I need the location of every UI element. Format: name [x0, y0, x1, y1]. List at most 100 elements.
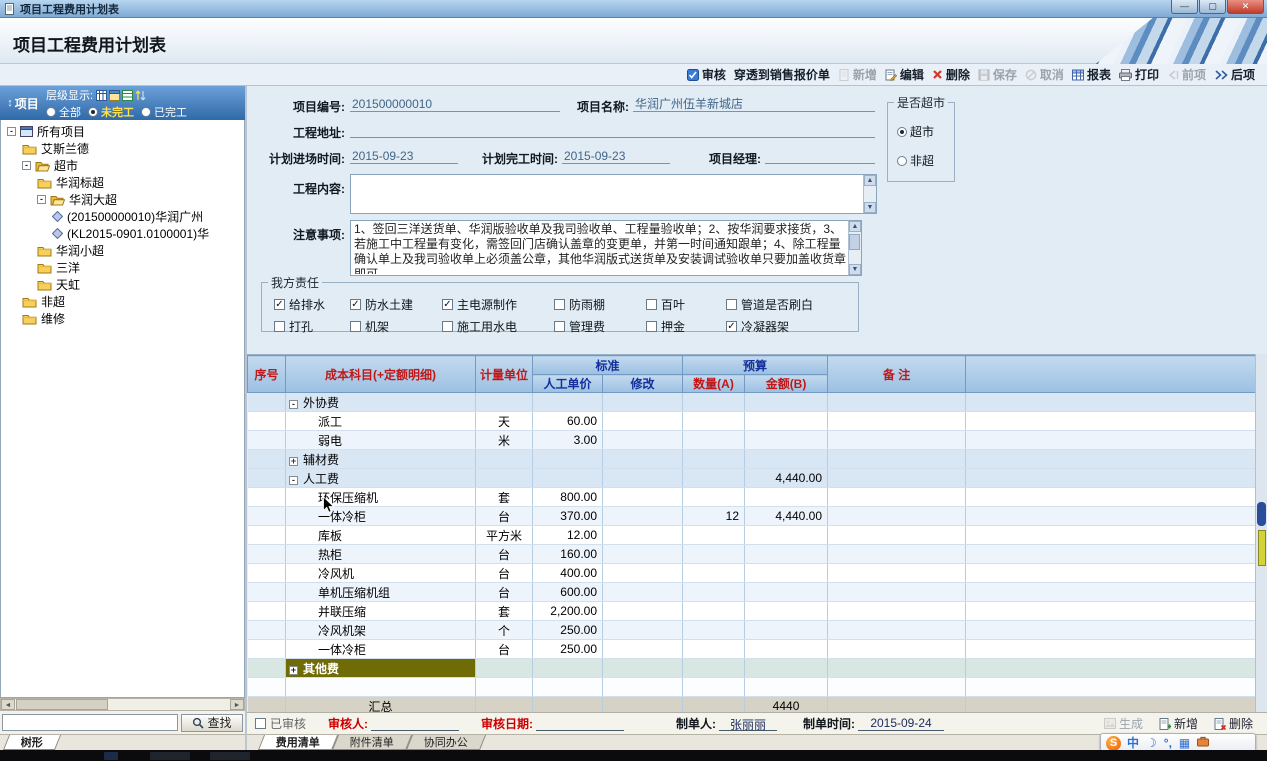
pierce-quote-button[interactable]: 穿透到销售报价单 [734, 66, 830, 83]
cell-name[interactable]: 库板 [286, 526, 476, 545]
cell-name[interactable]: -外协费 [286, 393, 476, 412]
row-position-indicator[interactable] [1258, 530, 1266, 566]
cell-qty[interactable] [683, 469, 745, 488]
cell-remark[interactable] [828, 412, 966, 431]
cell-unit[interactable]: 套 [476, 602, 533, 621]
cost-row-环保压缩机[interactable]: 环保压缩机套800.00 [248, 488, 1256, 507]
cell-seq[interactable] [248, 469, 286, 488]
cell-remark[interactable] [828, 621, 966, 640]
expand-minus-icon[interactable]: - [289, 476, 298, 485]
cost-row-冷风机[interactable]: 冷风机台400.00 [248, 564, 1256, 583]
cell-name[interactable]: 单机压缩机组 [286, 583, 476, 602]
cell-name[interactable]: -人工费 [286, 469, 476, 488]
col-subject[interactable]: 成本科目(+定额明细) [286, 356, 476, 393]
cell-price[interactable]: 160.00 [533, 545, 603, 564]
cell-unit[interactable]: 米 [476, 431, 533, 450]
cell-qty[interactable] [683, 583, 745, 602]
tree-item[interactable]: -超市 [1, 157, 244, 174]
cell-amount[interactable] [745, 602, 828, 621]
edit-button[interactable]: 编辑 [885, 66, 924, 83]
responsibility-checkbox[interactable]: 管理费 [554, 318, 646, 335]
cell-modify[interactable] [603, 659, 683, 678]
tree-item[interactable]: 三洋 [1, 259, 244, 276]
supermarket-radio[interactable]: 非超 [897, 152, 954, 169]
cell-filler[interactable] [966, 545, 1256, 564]
responsibility-checkbox[interactable]: 押金 [646, 318, 726, 335]
cell-modify[interactable] [603, 469, 683, 488]
cell-name[interactable]: 派工 [286, 412, 476, 431]
cell-qty[interactable] [683, 602, 745, 621]
cell-modify[interactable] [603, 621, 683, 640]
filter-radio[interactable]: 未完工 [88, 104, 134, 120]
cell-remark[interactable] [828, 526, 966, 545]
cell-amount[interactable] [745, 412, 828, 431]
responsibility-checkbox[interactable]: 机架 [350, 318, 442, 335]
cell-price[interactable]: 2,200.00 [533, 602, 603, 621]
cell-filler[interactable] [966, 583, 1256, 602]
cell-seq[interactable] [248, 659, 286, 678]
cell-price[interactable]: 600.00 [533, 583, 603, 602]
grid-view-icon[interactable] [96, 90, 107, 101]
notes-textarea[interactable]: 1、签回三洋送货单、华润版验收单及我司验收单、工程量验收单；2、按华润要求接货，… [350, 220, 862, 276]
col-budget[interactable]: 预算 [683, 356, 828, 375]
scroll-right-arrow[interactable]: ► [230, 699, 244, 710]
cell-name[interactable]: +其他费 [286, 659, 476, 678]
cell-filler[interactable] [966, 659, 1256, 678]
table-vertical-scrollbar[interactable] [1255, 354, 1267, 712]
cell-unit[interactable] [476, 659, 533, 678]
responsibility-checkbox[interactable]: 管道是否刷白 [726, 296, 856, 313]
cell-unit[interactable]: 套 [476, 488, 533, 507]
cell-seq[interactable] [248, 507, 286, 526]
cell-price[interactable]: 12.00 [533, 526, 603, 545]
cell-unit[interactable]: 台 [476, 640, 533, 659]
next-button[interactable]: 后项 [1214, 66, 1255, 83]
scroll-up-arrow[interactable]: ▲ [849, 221, 861, 232]
cell-qty[interactable] [683, 526, 745, 545]
cell-qty[interactable] [683, 431, 745, 450]
cell-seq[interactable] [248, 678, 286, 697]
sogou-logo[interactable]: S [1106, 736, 1121, 751]
col-modify[interactable]: 修改 [603, 375, 683, 393]
cell-unit[interactable] [476, 469, 533, 488]
responsibility-checkbox[interactable]: 百叶 [646, 296, 726, 313]
cell-seq[interactable] [248, 526, 286, 545]
taskbar-item[interactable] [210, 752, 250, 760]
tree-item[interactable]: 华润标超 [1, 174, 244, 191]
cell-amount[interactable] [745, 545, 828, 564]
cell-filler[interactable] [966, 450, 1256, 469]
filter-radio[interactable]: 已完工 [141, 104, 187, 120]
content-text[interactable] [354, 176, 861, 212]
cell-price[interactable]: 400.00 [533, 564, 603, 583]
cell-remark[interactable] [828, 602, 966, 621]
cell-remark[interactable] [828, 450, 966, 469]
tree-item[interactable]: -所有项目 [1, 123, 244, 140]
cell-unit[interactable]: 台 [476, 545, 533, 564]
cell-modify[interactable] [603, 488, 683, 507]
cell-unit[interactable] [476, 678, 533, 697]
cell-name[interactable]: 冷风机架 [286, 621, 476, 640]
cell-remark[interactable] [828, 469, 966, 488]
tree-item[interactable]: 华润小超 [1, 242, 244, 259]
scrollbar-thumb[interactable] [1257, 502, 1266, 526]
cell-name[interactable]: +辅材费 [286, 450, 476, 469]
expand-minus-icon[interactable]: - [7, 127, 16, 136]
tree-item[interactable]: 天虹 [1, 276, 244, 293]
col-seq[interactable]: 序号 [248, 356, 286, 393]
manager-field[interactable] [765, 148, 875, 164]
find-button[interactable]: 查找 [181, 714, 243, 732]
delete-row-button[interactable]: 删除 [1214, 715, 1253, 732]
cell-name[interactable]: 弱电 [286, 431, 476, 450]
cell-qty[interactable] [683, 640, 745, 659]
col-standard[interactable]: 标准 [533, 356, 683, 375]
cell-filler[interactable] [966, 469, 1256, 488]
tree-item[interactable]: 艾斯兰德 [1, 140, 244, 157]
cell-name[interactable] [286, 678, 476, 697]
cell-amount[interactable]: 4,440.00 [745, 469, 828, 488]
cost-row-其他费[interactable]: +其他费 [248, 659, 1256, 678]
tree-item[interactable]: -华润大超 [1, 191, 244, 208]
cell-name[interactable]: 一体冷柜 [286, 640, 476, 659]
cell-filler[interactable] [966, 678, 1256, 697]
delete-button[interactable]: 删除 [932, 66, 970, 83]
cell-qty[interactable] [683, 450, 745, 469]
cost-row-热柜[interactable]: 热柜台160.00 [248, 545, 1256, 564]
